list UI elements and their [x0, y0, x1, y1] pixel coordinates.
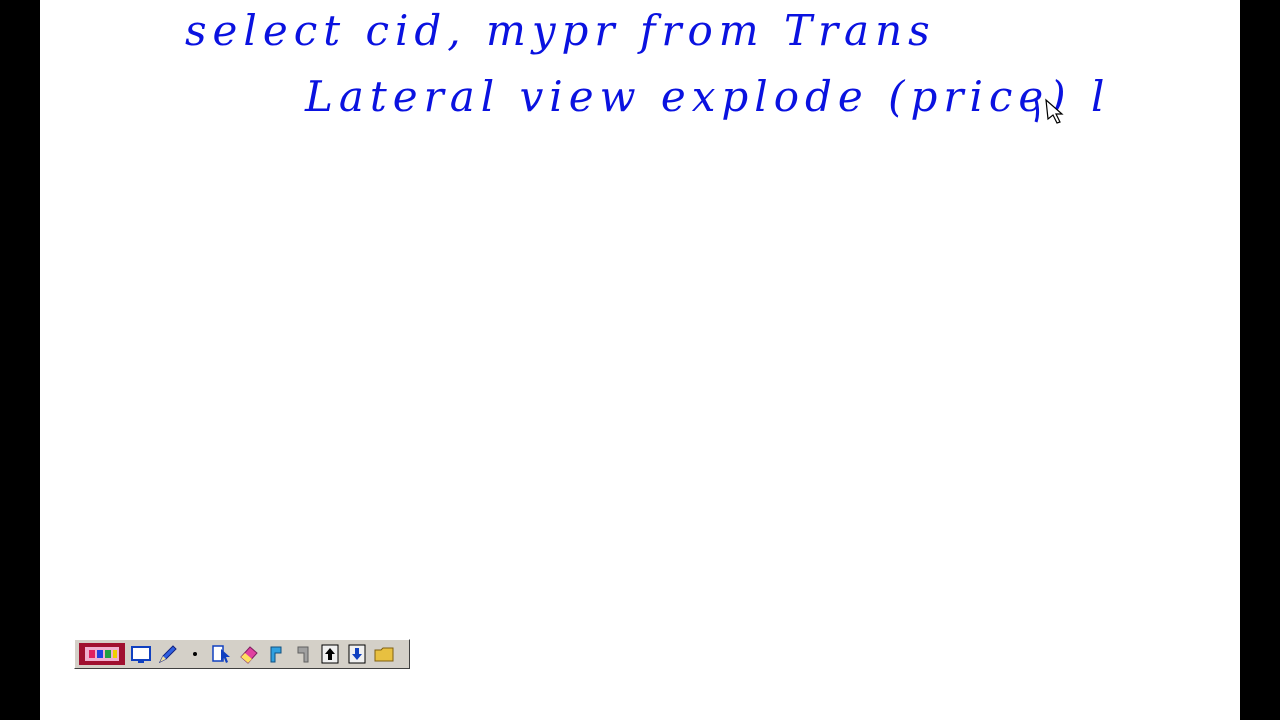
pen-toolbar	[74, 639, 410, 669]
pen-icon[interactable]	[156, 642, 180, 666]
eraser-icon[interactable]	[237, 642, 261, 666]
undo-icon[interactable]	[264, 642, 288, 666]
handwritten-line-2: Lateral view explode (price) l	[305, 72, 1111, 121]
handwritten-line-1: select cid, mypr from Trans	[185, 6, 936, 55]
color-palette-icon[interactable]	[78, 642, 126, 666]
pen-cursor-icon	[1034, 98, 1064, 124]
dot-size-icon[interactable]	[183, 642, 207, 666]
page-up-icon[interactable]	[318, 642, 342, 666]
screen-icon[interactable]	[129, 642, 153, 666]
folder-icon[interactable]	[372, 642, 396, 666]
select-icon[interactable]	[210, 642, 234, 666]
whiteboard-canvas[interactable]: select cid, mypr from Trans Lateral view…	[40, 0, 1240, 720]
page-down-icon[interactable]	[345, 642, 369, 666]
redo-icon[interactable]	[291, 642, 315, 666]
